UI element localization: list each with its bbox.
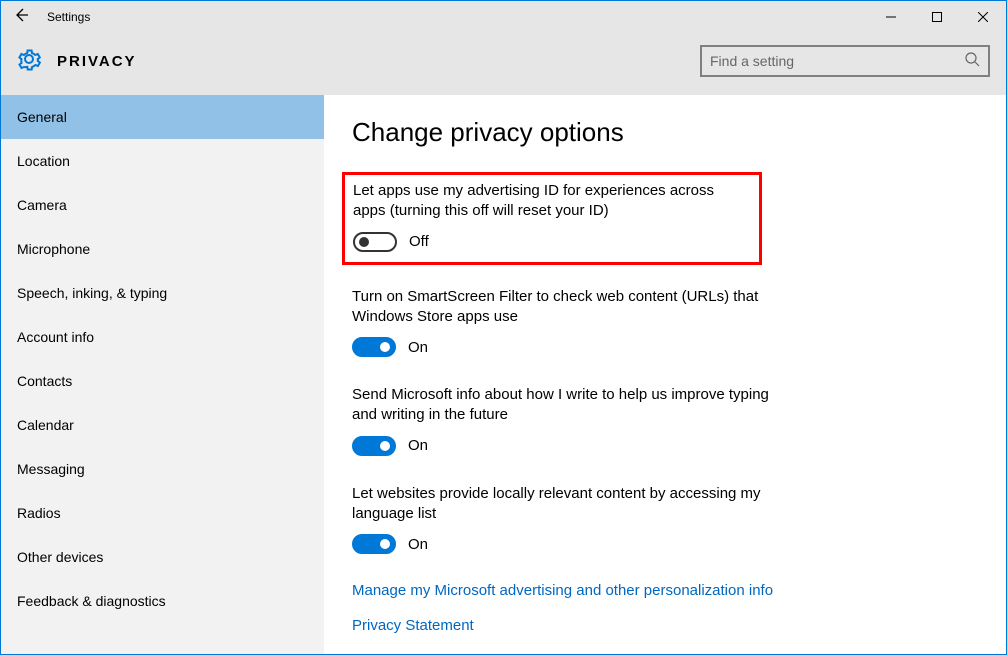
links-list: Manage my Microsoft advertising and othe…: [352, 582, 958, 634]
settings-window: Settings Privacy GeneralLocationCamer: [0, 0, 1007, 655]
toggle-row: On: [352, 337, 958, 357]
sidebar-item-general[interactable]: General: [1, 95, 324, 139]
back-icon[interactable]: [13, 7, 29, 28]
gear-icon: [17, 47, 41, 76]
setting-desc: Let apps use my advertising ID for exper…: [353, 181, 749, 222]
window-title: Settings: [47, 10, 90, 24]
link-0[interactable]: Manage my Microsoft advertising and othe…: [352, 582, 958, 599]
content-heading: Change privacy options: [352, 117, 958, 148]
toggle-state-label: On: [408, 339, 428, 356]
toggle-switch[interactable]: [352, 337, 396, 357]
setting-desc: Send Microsoft info about how I write to…: [352, 385, 792, 426]
toggle-knob: [380, 539, 390, 549]
sidebar-item-camera[interactable]: Camera: [1, 183, 324, 227]
setting-desc: Turn on SmartScreen Filter to check web …: [352, 287, 792, 328]
search-icon: [964, 51, 980, 72]
maximize-button[interactable]: [914, 1, 960, 33]
sidebar-item-radios[interactable]: Radios: [1, 491, 324, 535]
setting-2: Send Microsoft info about how I write to…: [352, 385, 958, 456]
sidebar-item-feedback-diagnostics[interactable]: Feedback & diagnostics: [1, 579, 324, 623]
toggle-knob: [359, 237, 369, 247]
sidebar: GeneralLocationCameraMicrophoneSpeech, i…: [1, 95, 324, 654]
titlebar-left: Settings: [1, 7, 90, 28]
toggle-knob: [380, 342, 390, 352]
link-1[interactable]: Privacy Statement: [352, 617, 958, 634]
toggle-state-label: Off: [409, 233, 429, 250]
close-button[interactable]: [960, 1, 1006, 33]
header: Privacy: [1, 33, 1006, 95]
setting-1: Turn on SmartScreen Filter to check web …: [352, 287, 958, 358]
toggle-row: Off: [353, 232, 749, 252]
sidebar-item-other-devices[interactable]: Other devices: [1, 535, 324, 579]
toggle-row: On: [352, 534, 958, 554]
setting-desc: Let websites provide locally relevant co…: [352, 484, 792, 525]
search-input[interactable]: [710, 53, 964, 69]
toggle-knob: [380, 441, 390, 451]
sidebar-item-speech-inking-typing[interactable]: Speech, inking, & typing: [1, 271, 324, 315]
setting-0: Let apps use my advertising ID for exper…: [342, 172, 762, 265]
sidebar-item-messaging[interactable]: Messaging: [1, 447, 324, 491]
sidebar-item-calendar[interactable]: Calendar: [1, 403, 324, 447]
settings-list: Let apps use my advertising ID for exper…: [352, 172, 958, 554]
search-box[interactable]: [700, 45, 990, 77]
toggle-state-label: On: [408, 437, 428, 454]
toggle-switch[interactable]: [352, 436, 396, 456]
toggle-state-label: On: [408, 536, 428, 553]
sidebar-item-microphone[interactable]: Microphone: [1, 227, 324, 271]
titlebar: Settings: [1, 1, 1006, 33]
setting-3: Let websites provide locally relevant co…: [352, 484, 958, 555]
body: GeneralLocationCameraMicrophoneSpeech, i…: [1, 95, 1006, 654]
window-controls: [868, 1, 1006, 33]
content: Change privacy options Let apps use my a…: [324, 95, 1006, 654]
sidebar-item-account-info[interactable]: Account info: [1, 315, 324, 359]
toggle-switch[interactable]: [353, 232, 397, 252]
toggle-row: On: [352, 436, 958, 456]
sidebar-item-location[interactable]: Location: [1, 139, 324, 183]
minimize-button[interactable]: [868, 1, 914, 33]
page-title: Privacy: [57, 53, 137, 70]
sidebar-item-contacts[interactable]: Contacts: [1, 359, 324, 403]
toggle-switch[interactable]: [352, 534, 396, 554]
